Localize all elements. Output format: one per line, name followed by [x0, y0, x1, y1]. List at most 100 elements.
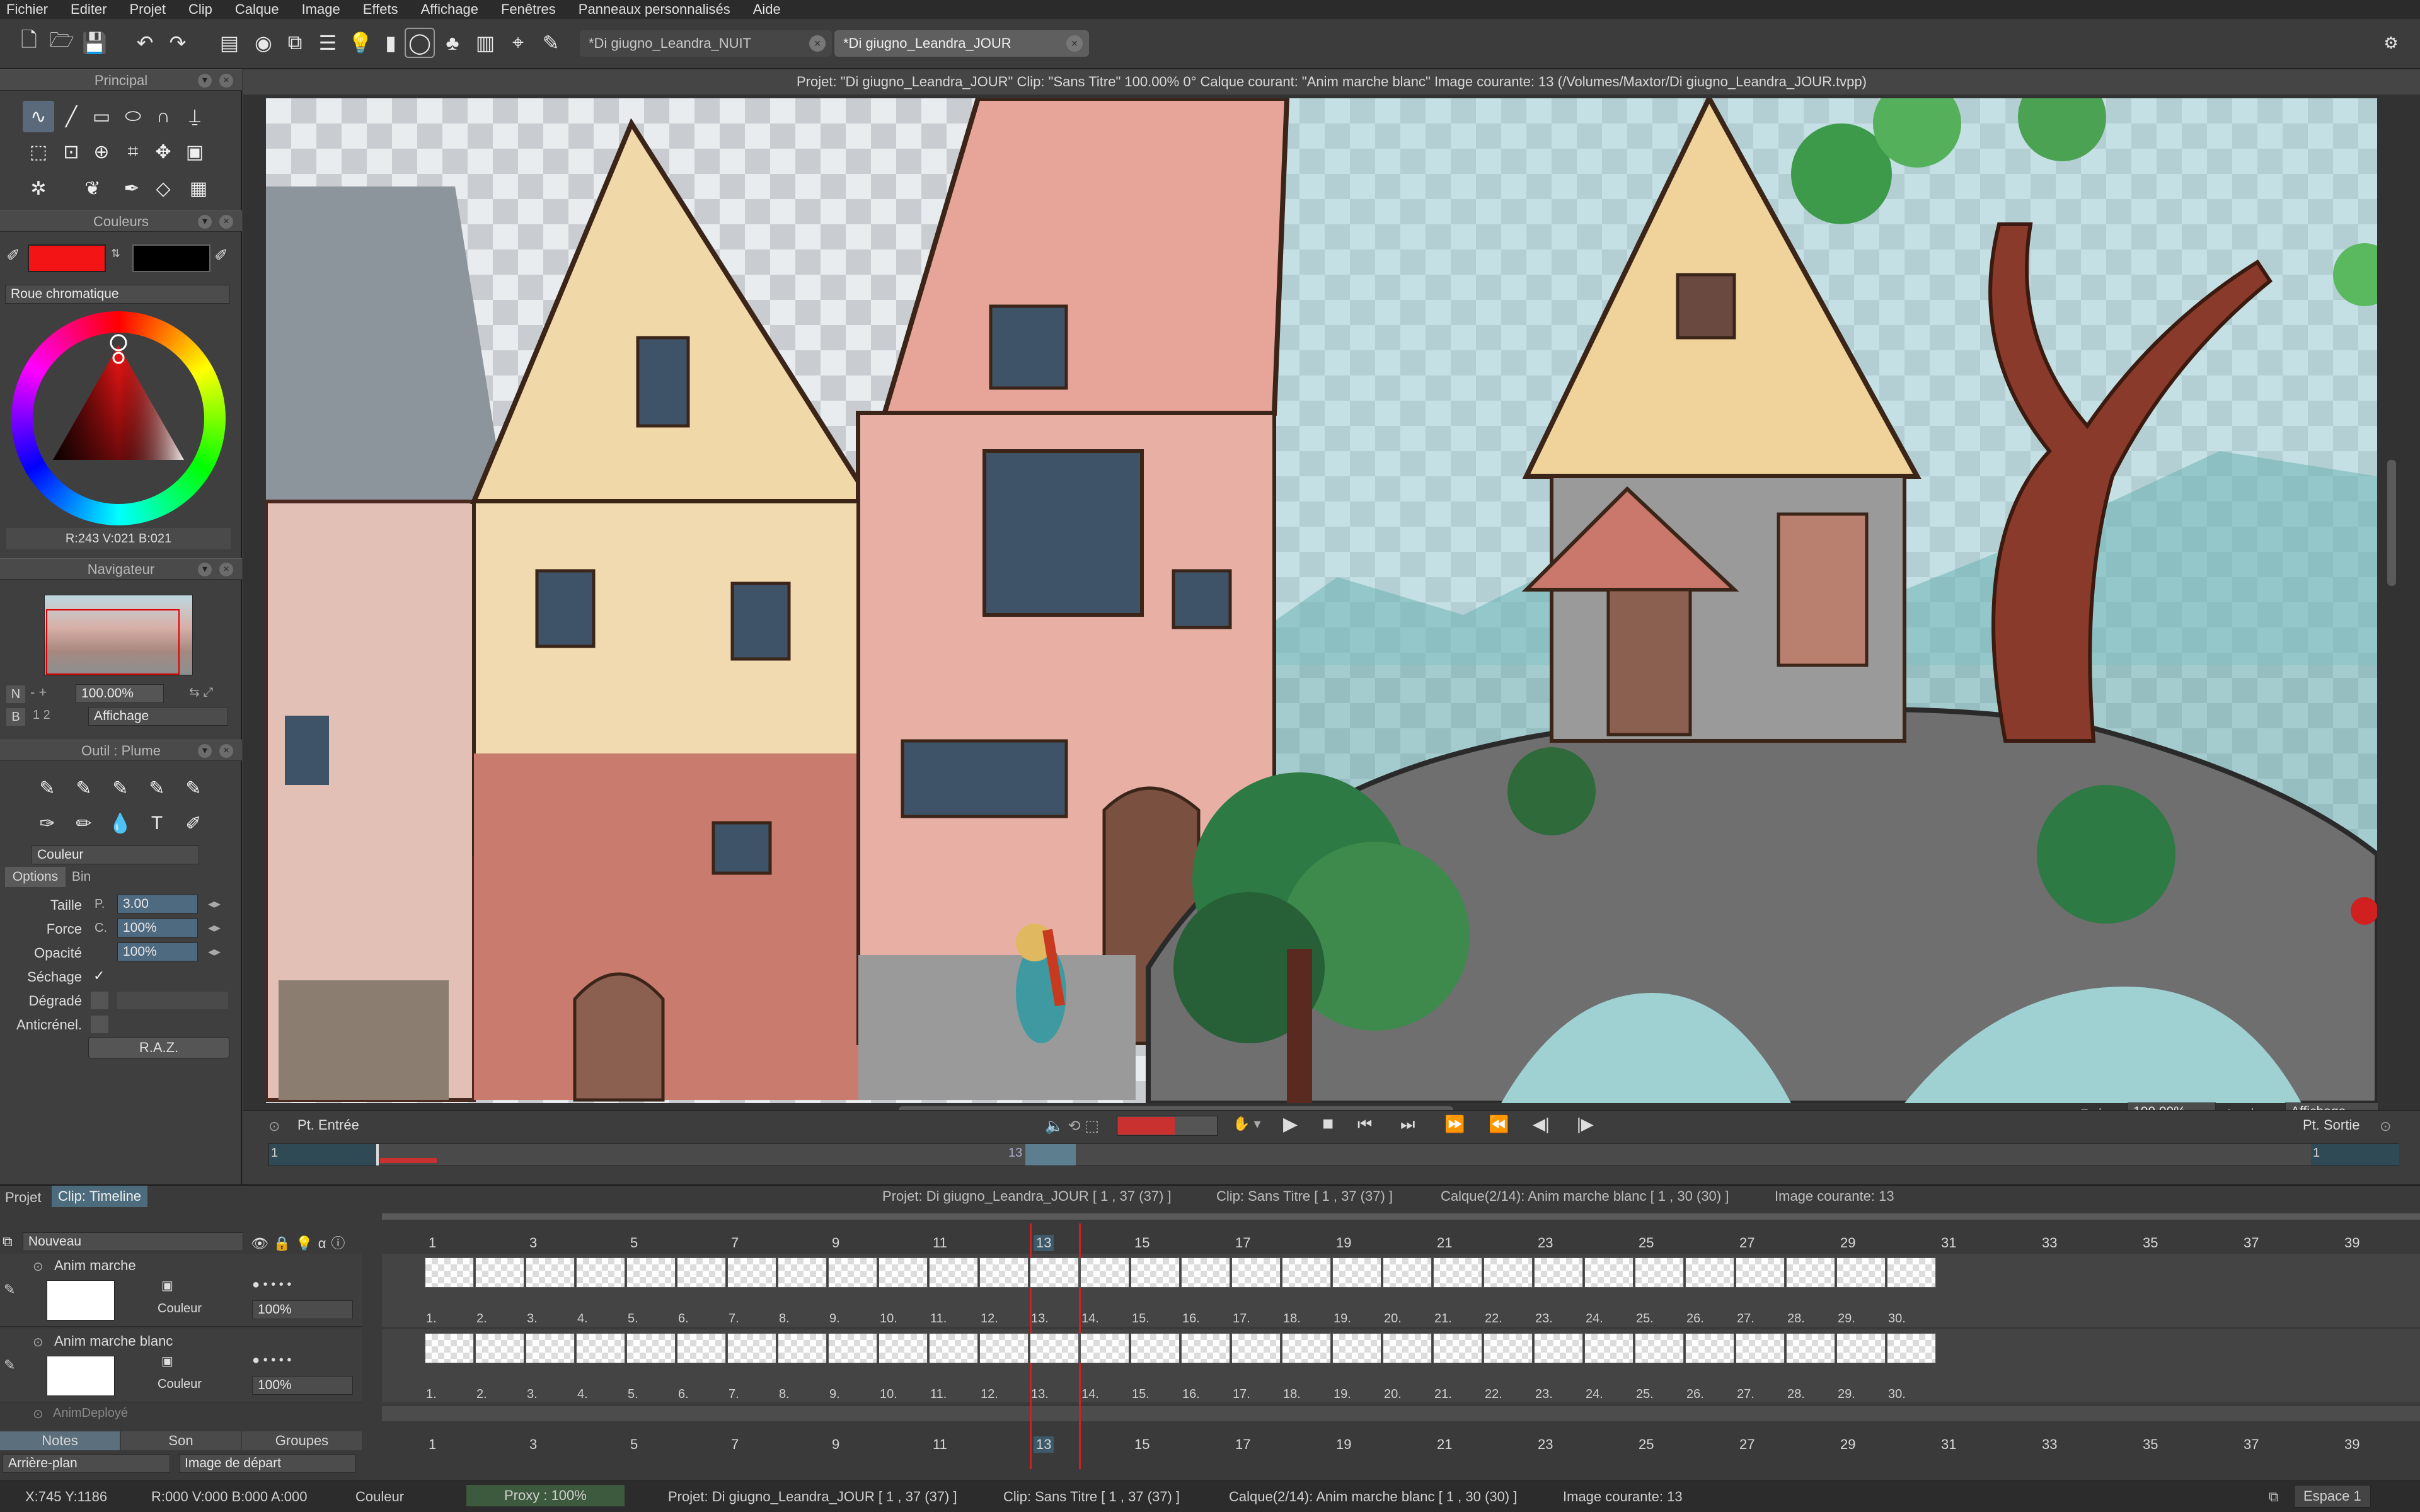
airbrush-icon[interactable]: ✑ [32, 808, 63, 839]
ink-drop-icon[interactable]: 💧 [105, 808, 136, 839]
layer-mode[interactable]: Couleur [158, 1302, 202, 1316]
frame-cell[interactable] [1685, 1333, 1734, 1363]
pt-sortie-label[interactable]: Pt. Sortie [2303, 1117, 2360, 1133]
frame-cell[interactable] [1736, 1257, 1785, 1288]
brush-preset-5-icon[interactable]: ✎ [178, 772, 209, 804]
stop-icon[interactable]: ■ [1322, 1113, 1334, 1135]
undo-icon[interactable]: ↶ [130, 28, 160, 58]
select-icon[interactable]: ⊡ [55, 136, 87, 168]
eyedropper-icon[interactable]: ✐ [6, 246, 20, 265]
pen-shape-icon[interactable]: ✎ [536, 28, 566, 58]
frame-cell[interactable] [1131, 1257, 1180, 1288]
workspace-select[interactable]: Espace 1 [2294, 1485, 2371, 1508]
frame-cell[interactable] [1584, 1257, 1634, 1288]
menu-affichage[interactable]: Affichage [421, 1, 478, 18]
first-frame-icon[interactable]: ⏮ [1357, 1114, 1372, 1135]
frame-cell[interactable] [1887, 1333, 1936, 1363]
frame-cell[interactable] [828, 1333, 877, 1363]
frame-cell[interactable] [677, 1257, 726, 1288]
next-key-icon[interactable]: ⏩ [1444, 1114, 1465, 1134]
workspace-icon[interactable]: ⧉ [2269, 1489, 2279, 1505]
frame-cell[interactable] [727, 1333, 776, 1363]
menu-image[interactable]: Image [302, 1, 340, 18]
tab-notes[interactable]: Notes [0, 1431, 120, 1450]
frame-cell[interactable] [1181, 1333, 1230, 1363]
eraser-tool-icon[interactable]: ◇ [147, 173, 179, 204]
frame-cell[interactable] [929, 1333, 978, 1363]
frame-cell[interactable] [1231, 1333, 1281, 1363]
frame-cell[interactable] [626, 1333, 676, 1363]
redo-icon[interactable]: ↷ [163, 28, 193, 58]
frame-cell[interactable] [1080, 1333, 1129, 1363]
frame-cell[interactable] [576, 1333, 625, 1363]
nav-zoom-field[interactable]: 100.00% [76, 684, 164, 703]
eyedropper-tool-icon[interactable]: ✒ [116, 173, 147, 204]
menu-projet[interactable]: Projet [130, 1, 166, 18]
color-wheel-icon[interactable]: ◉ [248, 28, 279, 58]
time-ruler[interactable] [268, 1143, 2399, 1166]
canvas-area[interactable]: ◎ ⊹ 100.00% ◂▸ - + Affichage [243, 94, 2420, 1121]
brush-preset-3-icon[interactable]: ✎ [105, 772, 136, 804]
timeline-hscrollbar[interactable] [382, 1213, 2420, 1220]
frame-cell[interactable] [1836, 1257, 1886, 1288]
frame-cell[interactable] [1736, 1333, 1785, 1363]
frame-cell[interactable] [1030, 1257, 1079, 1288]
frame-cell[interactable] [1786, 1257, 1835, 1288]
prev-key-icon[interactable]: ⏪ [1489, 1114, 1509, 1134]
step-forward-icon[interactable]: |▶ [1577, 1114, 1594, 1134]
brush-preset-4-icon[interactable]: ✎ [141, 772, 173, 804]
close-icon[interactable]: × [219, 74, 233, 88]
layer-mode[interactable]: Couleur [158, 1377, 202, 1392]
frame-cell[interactable] [1584, 1333, 1634, 1363]
frame-cell[interactable] [1635, 1333, 1684, 1363]
frame-cell[interactable] [1534, 1333, 1583, 1363]
collapse-icon[interactable]: ▾ [198, 563, 212, 576]
frame-cell[interactable] [1181, 1257, 1230, 1288]
layer-lightbox-icon[interactable]: ▣ [161, 1353, 173, 1369]
swap-colors-icon[interactable]: ⇅ [111, 247, 120, 260]
frame-cell[interactable] [1534, 1257, 1583, 1288]
collapse-icon[interactable]: ▾ [198, 744, 212, 758]
crop-tool-icon[interactable]: ⌗ [117, 136, 149, 168]
move-tool-icon[interactable]: ✥ [147, 136, 179, 168]
layer-visibility-dot[interactable]: ● • • • • [252, 1278, 291, 1292]
graph-icon[interactable]: ⌖ [503, 28, 533, 58]
nav-view-select[interactable]: Affichage [88, 707, 228, 726]
frame-cell[interactable] [1887, 1257, 1936, 1288]
zoom-out-icon[interactable]: - + [30, 684, 47, 701]
frame-cell[interactable] [1080, 1257, 1129, 1288]
close-icon[interactable]: × [219, 215, 233, 229]
save-icon[interactable]: 💾 [79, 28, 110, 58]
taille-input[interactable]: 3.00 [117, 895, 198, 914]
frame-cell[interactable] [778, 1257, 827, 1288]
pencil-icon[interactable]: ✏ [68, 808, 100, 839]
layer-header-icons[interactable]: 👁🔒💡αⓘ [251, 1232, 350, 1252]
degrade-field[interactable] [117, 992, 228, 1009]
frame-cell[interactable] [1231, 1257, 1281, 1288]
tab-jour[interactable]: *Di giugno_Leandra_JOUR × [834, 30, 1089, 57]
tab-bin[interactable]: Bin [66, 867, 97, 887]
frame-cell[interactable] [1282, 1257, 1331, 1288]
frame-cell[interactable] [526, 1257, 575, 1288]
nav-n-button[interactable]: N [6, 685, 25, 703]
zoom-tool-icon[interactable]: ⊕ [86, 136, 117, 168]
stepper-icon[interactable]: ◂▸ [208, 896, 221, 912]
close-icon[interactable]: × [219, 563, 233, 576]
collapse-icon[interactable]: ▾ [198, 74, 212, 88]
rectangle-tool-icon[interactable]: ▭ [86, 101, 117, 132]
frame-cell[interactable] [626, 1257, 676, 1288]
layers-3d-icon[interactable]: ⧉ [280, 28, 310, 58]
close-icon[interactable]: × [219, 744, 233, 758]
open-folder-icon[interactable]: 🗁 [47, 28, 77, 58]
color-mode-select[interactable]: Roue chromatique [5, 285, 229, 304]
frame-cell[interactable] [1383, 1333, 1432, 1363]
opacite-input[interactable]: 100% [117, 942, 198, 961]
close-icon[interactable]: × [1066, 35, 1083, 52]
frame-cell[interactable] [929, 1257, 978, 1288]
frame-cell[interactable] [576, 1257, 625, 1288]
new-layer-select[interactable]: Nouveau [23, 1232, 243, 1251]
primary-color-swatch[interactable] [28, 244, 106, 272]
frame-cell[interactable] [828, 1257, 877, 1288]
frame-cell[interactable] [1836, 1333, 1886, 1363]
flip-icon[interactable]: ⇆ ⤢ [189, 684, 213, 700]
